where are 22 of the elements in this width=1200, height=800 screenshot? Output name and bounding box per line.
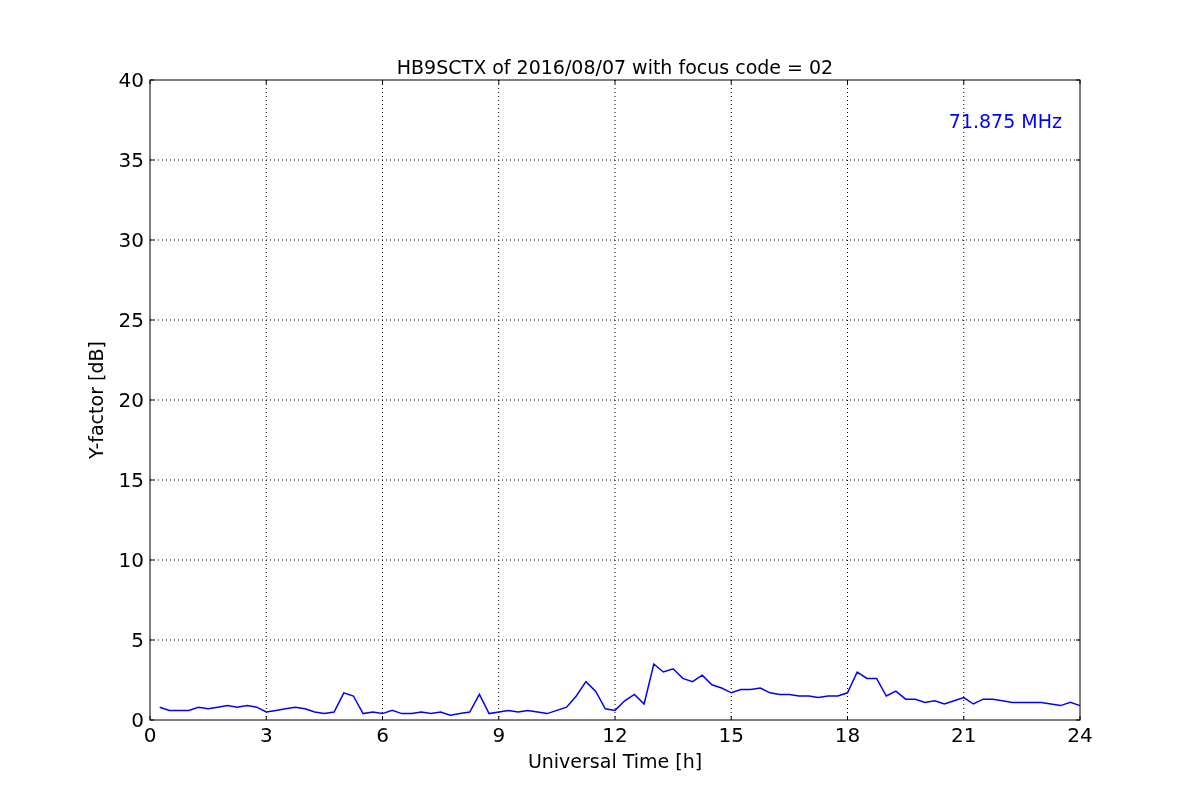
- y-tick-label: 35: [118, 148, 144, 172]
- series-label: 71.875 MHz: [948, 110, 1062, 132]
- y-tick-label: 20: [118, 388, 144, 412]
- chart-title: HB9SCTX of 2016/08/07 with focus code = 02: [396, 56, 834, 78]
- x-tick-label: 24: [1067, 723, 1093, 747]
- y-tick-label: 25: [118, 308, 144, 332]
- y-tick-label: 40: [118, 68, 144, 92]
- x-tick-label: 18: [834, 723, 861, 747]
- y-tick-label: 10: [118, 548, 144, 572]
- y-tick-label: 30: [118, 228, 144, 252]
- x-tick-label: 15: [718, 723, 744, 747]
- x-tick-label: 6: [376, 723, 389, 747]
- x-tick-label: 12: [602, 723, 628, 747]
- x-tick-label: 21: [951, 723, 977, 747]
- x-tick-label: 3: [259, 723, 273, 747]
- x-axis-label: Universal Time [h]: [527, 750, 703, 772]
- y-tick-label: 5: [131, 628, 144, 652]
- x-tick-label: 0: [143, 723, 157, 747]
- y-axis-label: Y-factor [dB]: [85, 341, 107, 459]
- y-tick-label: 0: [131, 708, 144, 732]
- y-tick-label: 15: [118, 468, 144, 492]
- x-tick-label: 9: [492, 723, 506, 747]
